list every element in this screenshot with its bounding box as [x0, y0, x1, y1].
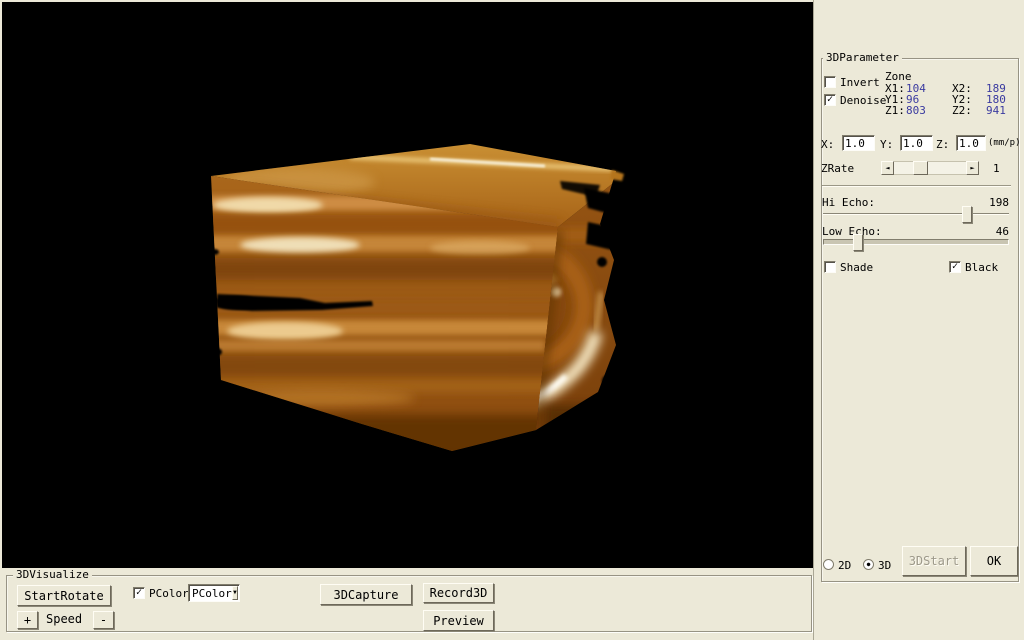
invert-label: Invert: [840, 77, 880, 88]
pcolor-checkbox[interactable]: ✓: [133, 587, 145, 599]
scale-x-label: X:: [821, 139, 834, 150]
visualize-panel: 3DVisualize StartRotate ✓ PColor PColor …: [0, 568, 813, 640]
speed-label: Speed: [46, 614, 82, 625]
scroll-right-icon[interactable]: ►: [966, 161, 979, 175]
scroll-left-icon[interactable]: ◄: [881, 161, 894, 175]
speed-plus-button[interactable]: +: [17, 611, 38, 629]
visualize-group-title: 3DVisualize: [13, 569, 92, 580]
zrate-scrollbar[interactable]: ◄ ►: [881, 161, 979, 175]
checkmark-icon: ✓: [136, 587, 142, 598]
parameter-panel: 3DParameter Invert ✓ Denoise Zone X1: 10…: [813, 0, 1024, 640]
checkmark-icon: ✓: [827, 94, 833, 105]
checkmark-icon: ✓: [952, 261, 958, 272]
shade-checkbox[interactable]: [824, 261, 836, 273]
invert-checkbox[interactable]: [824, 76, 836, 88]
denoise-checkbox[interactable]: ✓: [824, 94, 836, 106]
pcolor-dropdown-value: PColor: [189, 587, 232, 600]
scale-unit-label: (mm/p): [988, 138, 1021, 149]
mode-2d-label: 2D: [838, 560, 851, 571]
zone-z1-label: Z1:: [885, 105, 905, 116]
scale-y-label: Y:: [880, 139, 893, 150]
volume-render-3d: [2, 2, 813, 568]
pcolor-label: PColor: [149, 588, 189, 599]
black-checkbox[interactable]: ✓: [949, 261, 961, 273]
zrate-scrollbar-thumb[interactable]: [913, 161, 928, 175]
preview-button[interactable]: Preview: [423, 610, 494, 631]
low-echo-slider[interactable]: [823, 234, 1009, 251]
radio-dot-icon: ●: [867, 561, 871, 568]
3dcapture-button[interactable]: 3DCapture: [320, 584, 412, 605]
render-viewport[interactable]: [2, 2, 813, 568]
mode-3d-radio[interactable]: ●: [863, 559, 874, 570]
zone-z1-value: 803: [906, 105, 926, 116]
low-echo-slider-thumb[interactable]: [853, 234, 863, 251]
ok-button[interactable]: OK: [970, 546, 1018, 576]
zone-z2-value: 941: [986, 105, 1006, 116]
shade-label: Shade: [840, 262, 873, 273]
speed-minus-button[interactable]: -: [93, 611, 114, 629]
low-echo-slider-track[interactable]: [823, 239, 1009, 245]
mode-2d-radio[interactable]: [823, 559, 834, 570]
mode-3d-label: 3D: [878, 560, 891, 571]
parameter-group-title: 3DParameter: [823, 52, 902, 63]
zone-z2-label: Z2:: [952, 105, 972, 116]
black-label: Black: [965, 262, 998, 273]
hi-echo-slider-track[interactable]: [823, 213, 1009, 215]
3dstart-button[interactable]: 3DStart: [902, 546, 966, 576]
scale-z-label: Z:: [936, 139, 949, 150]
zrate-value: 1: [993, 163, 1000, 174]
scale-y-input[interactable]: [900, 135, 933, 151]
denoise-label: Denoise: [840, 95, 886, 106]
record3d-button[interactable]: Record3D: [423, 583, 494, 603]
zrate-label: ZRate: [821, 163, 854, 174]
ultrasound-3d-app-window: { "colors": { "panel_bg": "#ece9d8", "vi…: [0, 0, 1024, 640]
start-rotate-button[interactable]: StartRotate: [17, 585, 111, 606]
scale-z-input[interactable]: [956, 135, 986, 151]
hi-echo-slider-thumb[interactable]: [962, 206, 972, 223]
pcolor-dropdown[interactable]: PColor ▼: [188, 584, 240, 602]
separator-line: [822, 185, 1011, 187]
hi-echo-slider[interactable]: [823, 206, 1009, 223]
zone-title: Zone: [885, 71, 912, 82]
dropdown-arrow-icon[interactable]: ▼: [232, 586, 238, 600]
scale-x-input[interactable]: [842, 135, 875, 151]
